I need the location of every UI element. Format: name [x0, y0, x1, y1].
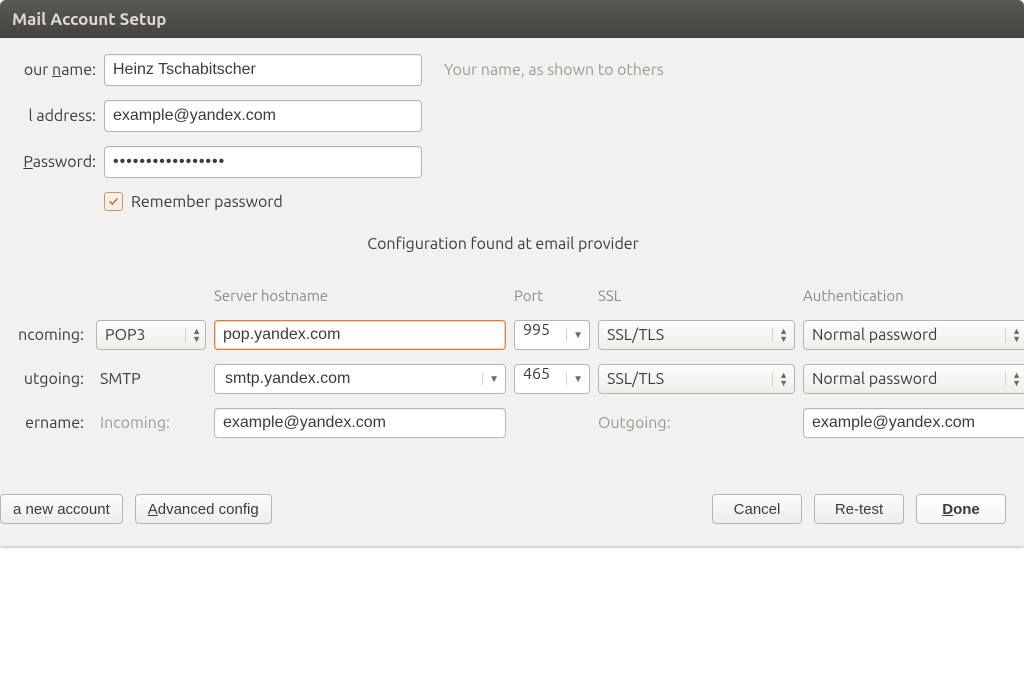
- outgoing-hostname-combo[interactable]: ▼: [214, 364, 506, 394]
- cancel-button[interactable]: Cancel: [712, 494, 802, 524]
- mail-account-setup-window: Mail Account Setup our name: Your name, …: [0, 0, 1024, 546]
- titlebar: Mail Account Setup: [0, 0, 1024, 38]
- retest-button[interactable]: Re-test: [814, 494, 904, 524]
- spinner-arrows-icon: ▲▼: [185, 328, 201, 342]
- your-name-input[interactable]: [104, 54, 422, 86]
- done-button[interactable]: Done: [916, 494, 1006, 524]
- dropdown-arrow-icon: ▼: [482, 373, 499, 385]
- label-username-outgoing: Outgoing:: [598, 414, 795, 432]
- dropdown-arrow-icon: ▼: [566, 373, 583, 385]
- outgoing-hostname-input[interactable]: [223, 364, 476, 394]
- get-new-account-button[interactable]: a new account: [0, 494, 123, 524]
- label-username-incoming: Incoming:: [96, 414, 206, 432]
- button-bar: a new account Advanced config Cancel Re-…: [0, 494, 1006, 524]
- outgoing-port-combo[interactable]: 465 ▼: [514, 364, 590, 394]
- config-found-message: Configuration found at email provider: [0, 235, 1006, 253]
- remember-password-label: Remember password: [131, 193, 283, 211]
- dropdown-arrow-icon: ▼: [566, 329, 583, 341]
- label-incoming-row: ncoming:: [0, 326, 88, 344]
- row-remember-password: ✓ Remember password: [104, 192, 1006, 211]
- label-your-name: our name:: [0, 61, 104, 79]
- server-config-grid: Server hostname Port SSL Authentication …: [0, 287, 1006, 438]
- incoming-ssl-select[interactable]: SSL/TLS ▲▼: [598, 320, 795, 350]
- label-email-address: l address:: [0, 107, 104, 125]
- incoming-protocol-select[interactable]: POP3 ▲▼: [96, 320, 206, 350]
- row-email-address: l address:: [0, 100, 1006, 132]
- email-input[interactable]: [104, 100, 422, 132]
- username-incoming-input[interactable]: [214, 408, 506, 438]
- spinner-arrows-icon: ▲▼: [772, 372, 788, 386]
- remember-password-checkbox[interactable]: ✓: [104, 192, 123, 211]
- window-title: Mail Account Setup: [12, 10, 167, 29]
- spinner-arrows-icon: ▲▼: [772, 328, 788, 342]
- spinner-arrows-icon: ▲▼: [1005, 372, 1021, 386]
- dialog-body: our name: Your name, as shown to others …: [0, 38, 1024, 546]
- incoming-auth-select[interactable]: Normal password ▲▼: [803, 320, 1024, 350]
- your-name-hint: Your name, as shown to others: [444, 61, 664, 79]
- incoming-hostname-input[interactable]: [214, 320, 506, 350]
- outgoing-ssl-select[interactable]: SSL/TLS ▲▼: [598, 364, 795, 394]
- outgoing-protocol-static: SMTP: [96, 370, 206, 388]
- row-password: Password:: [0, 146, 1006, 178]
- username-outgoing-input[interactable]: [803, 408, 1024, 438]
- incoming-port-combo[interactable]: 995 ▼: [514, 320, 590, 350]
- label-password: Password:: [0, 153, 104, 171]
- label-outgoing-row: utgoing:: [0, 370, 88, 388]
- header-server-hostname: Server hostname: [214, 287, 506, 306]
- outgoing-auth-select[interactable]: Normal password ▲▼: [803, 364, 1024, 394]
- spinner-arrows-icon: ▲▼: [1005, 328, 1021, 342]
- password-input[interactable]: [104, 146, 422, 178]
- header-port: Port: [514, 287, 590, 306]
- header-authentication: Authentication: [803, 287, 1024, 306]
- header-ssl: SSL: [598, 287, 795, 306]
- row-your-name: our name: Your name, as shown to others: [0, 54, 1006, 86]
- label-username-row: ername:: [0, 414, 88, 432]
- advanced-config-button[interactable]: Advanced config: [135, 494, 272, 524]
